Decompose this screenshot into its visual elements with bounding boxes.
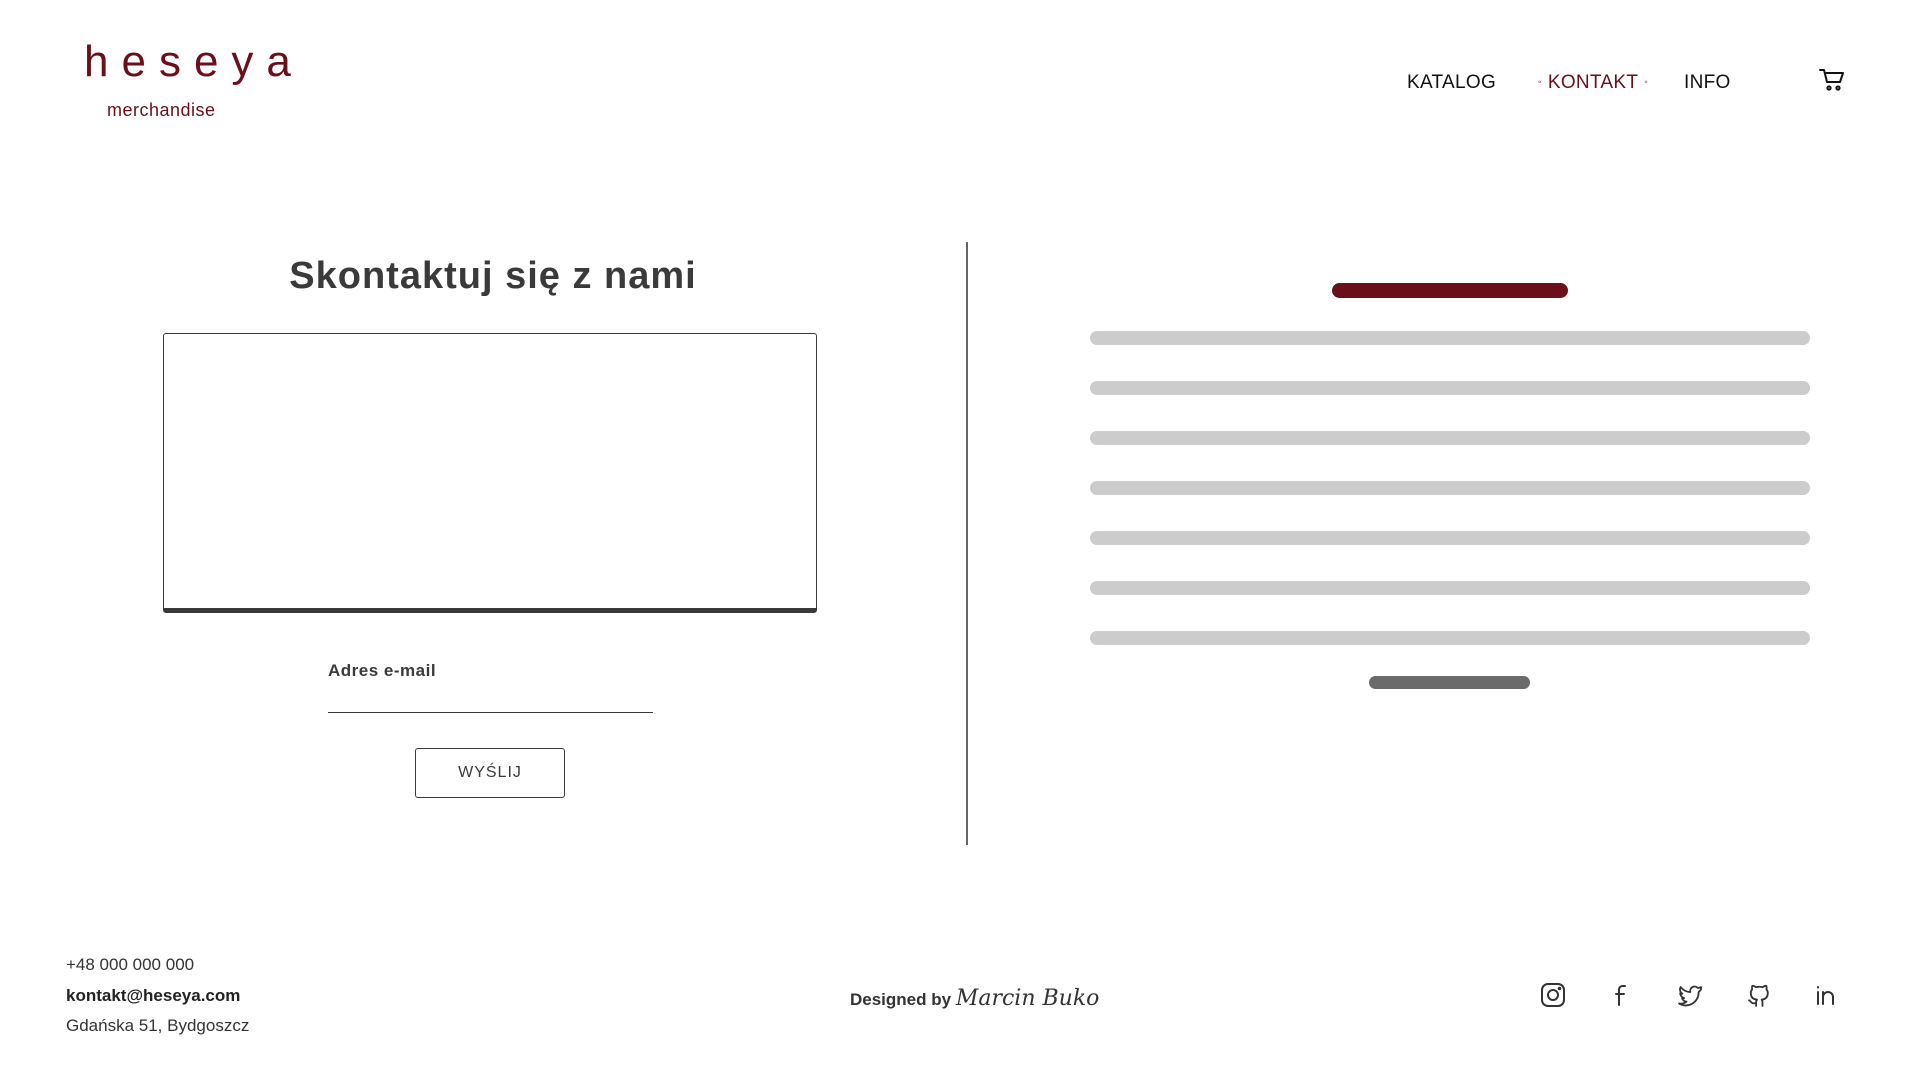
skeleton-line [1090, 381, 1810, 395]
nav-kontakt-label: KONTAKT [1547, 72, 1639, 93]
skeleton-line [1090, 481, 1810, 495]
designed-by: Designed by Marcin Buko [850, 986, 1099, 1011]
logo-subtitle: merchandise [107, 100, 216, 120]
skeleton-title [1332, 283, 1568, 298]
designer-signature: Marcin Buko [955, 986, 1100, 1011]
designed-by-label: Designed by [850, 990, 952, 1009]
message-textarea[interactable] [163, 333, 817, 613]
logo-wordmark: heseya [84, 37, 304, 86]
skeleton-line [1090, 631, 1810, 645]
facebook-icon[interactable] [1609, 982, 1635, 1008]
skeleton-line [1090, 531, 1810, 545]
vertical-divider [966, 242, 968, 845]
twitter-icon[interactable] [1677, 982, 1703, 1008]
footer-phone: +48 000 000 000 [66, 955, 195, 974]
footer-address: Gdańska 51, Bydgoszcz [66, 1016, 250, 1035]
instagram-icon[interactable] [1540, 982, 1566, 1008]
skeleton-line [1090, 581, 1810, 595]
active-dot-icon: ◦ [1538, 77, 1542, 88]
skeleton-line [1090, 431, 1810, 445]
linkedin-icon[interactable] [1814, 982, 1840, 1008]
footer-email-link[interactable]: kontakt@heseya.com [66, 986, 240, 1006]
skeleton-footer [1369, 676, 1530, 689]
email-field[interactable] [328, 686, 653, 713]
nav-info[interactable]: INFO [1684, 72, 1731, 94]
github-icon[interactable] [1746, 982, 1772, 1008]
skeleton-line [1090, 331, 1810, 345]
nav-kontakt[interactable]: ◦ KONTAKT ◦ [1532, 72, 1654, 94]
send-button[interactable]: WYŚLIJ [415, 748, 565, 798]
nav-katalog[interactable]: KATALOG [1407, 72, 1496, 94]
page-title: Skontaktuj się z nami [289, 255, 697, 297]
email-label: Adres e-mail [328, 661, 437, 680]
active-dot-icon: ◦ [1644, 77, 1649, 88]
cart-icon[interactable] [1819, 68, 1845, 92]
